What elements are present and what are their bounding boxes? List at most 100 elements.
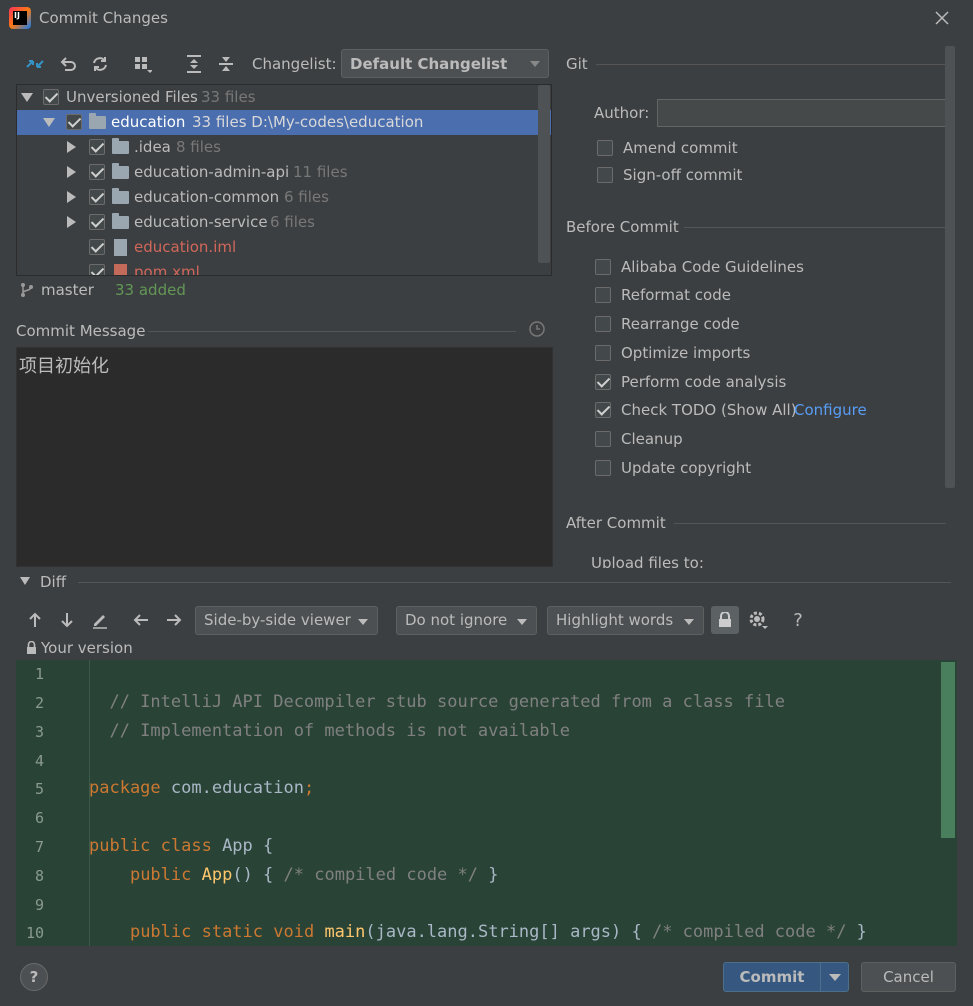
code-line-10: public static void main(java.lang.String… xyxy=(129,922,867,942)
highlight-mode-select[interactable]: Highlight words xyxy=(547,606,704,635)
viewer-mode-select[interactable]: Side-by-side viewer xyxy=(195,606,378,635)
folder-icon xyxy=(112,138,129,154)
commit-button[interactable]: Commit xyxy=(723,962,849,992)
refresh-icon[interactable] xyxy=(88,52,112,76)
folder-icon xyxy=(112,188,129,204)
tree-row-unversioned[interactable]: Unversioned Files 33 files xyxy=(17,85,551,110)
commit-message-input[interactable]: 项目初始化 xyxy=(16,347,553,567)
chevron-down-icon xyxy=(358,619,368,625)
checkbox-unversioned[interactable] xyxy=(43,89,59,105)
checkbox-admin-api[interactable] xyxy=(89,164,105,180)
tree-row-label: education-admin-api xyxy=(134,163,290,181)
tree-row-pom[interactable]: pom.xml xyxy=(17,260,551,276)
previous-difference-icon[interactable] xyxy=(23,608,47,632)
code-line-5: package com.education; xyxy=(89,778,315,798)
ignore-value: Do not ignore xyxy=(405,611,508,629)
option-label: Cleanup xyxy=(621,430,683,448)
rollback-icon[interactable] xyxy=(56,52,80,76)
arrow-right-icon[interactable] xyxy=(162,608,186,632)
added-count: 33 added xyxy=(115,281,186,299)
gear-icon[interactable] xyxy=(746,608,770,632)
tree-row-iml[interactable]: education.iml xyxy=(17,235,551,260)
checkbox[interactable] xyxy=(595,316,611,332)
folder-icon xyxy=(112,163,129,179)
tree-row-education[interactable]: education 33 files D:\My-codes\education xyxy=(17,110,551,135)
tree-row-meta: 6 files xyxy=(270,213,315,231)
option-label: Optimize imports xyxy=(621,344,751,362)
collapse-all-icon[interactable] xyxy=(214,52,238,76)
chevron-down-icon[interactable] xyxy=(829,974,841,981)
line-number: 2 xyxy=(34,694,44,712)
tree-row-common[interactable]: education-common 6 files xyxy=(17,185,551,210)
divider xyxy=(148,331,516,332)
chevron-right-icon[interactable] xyxy=(67,166,76,178)
checkbox-iml[interactable] xyxy=(89,239,105,255)
help-icon[interactable]: ? xyxy=(786,608,810,632)
checkbox[interactable] xyxy=(595,374,611,390)
chevron-down-icon[interactable] xyxy=(20,577,30,585)
signoff-commit-checkbox[interactable] xyxy=(597,167,613,183)
arrow-left-icon[interactable] xyxy=(129,608,153,632)
expand-all-icon[interactable] xyxy=(182,52,206,76)
line-number: 7 xyxy=(34,838,44,856)
divider xyxy=(78,582,951,583)
group-by-icon[interactable] xyxy=(130,52,154,76)
author-input[interactable] xyxy=(657,99,950,127)
line-number: 6 xyxy=(34,809,44,827)
checkbox[interactable] xyxy=(595,287,611,303)
checkbox[interactable] xyxy=(595,402,611,418)
changelist-select[interactable]: Default Changelist xyxy=(341,49,549,78)
line-number: 1 xyxy=(34,665,44,683)
cancel-button[interactable]: Cancel xyxy=(861,962,956,992)
edit-source-icon[interactable] xyxy=(88,608,112,632)
branch-name[interactable]: master xyxy=(41,281,94,299)
checkbox[interactable] xyxy=(595,431,611,447)
folder-icon xyxy=(112,213,129,229)
ignore-whitespace-select[interactable]: Do not ignore xyxy=(396,606,537,635)
tree-row-meta: 11 files xyxy=(293,163,348,181)
chevron-down-icon[interactable] xyxy=(21,93,33,102)
line-number: 8 xyxy=(34,867,44,885)
tree-row-label: education.iml xyxy=(134,238,237,256)
help-button[interactable]: ? xyxy=(20,963,48,991)
chevron-right-icon[interactable] xyxy=(67,216,76,228)
commit-message-label: Commit Message xyxy=(16,322,146,340)
chevron-right-icon[interactable] xyxy=(67,191,76,203)
compare-icon[interactable] xyxy=(23,52,47,76)
chevron-right-icon[interactable] xyxy=(67,141,76,153)
editor-scrollbar[interactable] xyxy=(941,662,955,838)
configure-link[interactable]: Configure xyxy=(794,399,867,421)
tree-row-label: pom.xml xyxy=(134,263,200,276)
diff-section-label[interactable]: Diff xyxy=(40,573,66,591)
tree-scrollbar[interactable] xyxy=(538,85,550,263)
intellij-logo-icon: IJ xyxy=(9,7,31,29)
lock-icon[interactable] xyxy=(711,606,739,634)
module-folder-icon xyxy=(89,113,106,129)
highlight-value: Highlight words xyxy=(556,611,674,629)
checkbox[interactable] xyxy=(595,460,611,476)
tree-row-idea[interactable]: .idea 8 files xyxy=(17,135,551,160)
close-icon[interactable] xyxy=(932,8,952,28)
checkbox[interactable] xyxy=(595,345,611,361)
checkbox-education[interactable] xyxy=(66,114,82,130)
line-number: 9 xyxy=(34,896,44,914)
history-clock-icon[interactable] xyxy=(528,320,546,338)
tree-row-admin-api[interactable]: education-admin-api 11 files xyxy=(17,160,551,185)
diff-editor[interactable]: 1 2 3 4 5 6 7 8 9 10 // IntelliJ API Dec… xyxy=(16,660,957,946)
next-difference-icon[interactable] xyxy=(55,608,79,632)
checkbox-pom[interactable] xyxy=(89,264,105,275)
checkbox[interactable] xyxy=(595,259,611,275)
checkbox-common[interactable] xyxy=(89,189,105,205)
tree-row-service[interactable]: education-service 6 files xyxy=(17,210,551,235)
changes-tree[interactable]: Unversioned Files 33 files education 33 … xyxy=(16,84,552,276)
amend-commit-checkbox[interactable] xyxy=(597,140,613,156)
checkbox-idea[interactable] xyxy=(89,139,105,155)
code-line-7: public class App { xyxy=(89,836,274,856)
chevron-down-icon[interactable] xyxy=(43,118,55,127)
your-version-label: Your version xyxy=(41,639,133,657)
git-section-header: Git xyxy=(566,55,588,73)
after-commit-header: After Commit xyxy=(566,514,666,532)
checkbox-service[interactable] xyxy=(89,214,105,230)
option-label: Reformat code xyxy=(621,286,731,304)
settings-scrollbar[interactable] xyxy=(945,46,955,488)
